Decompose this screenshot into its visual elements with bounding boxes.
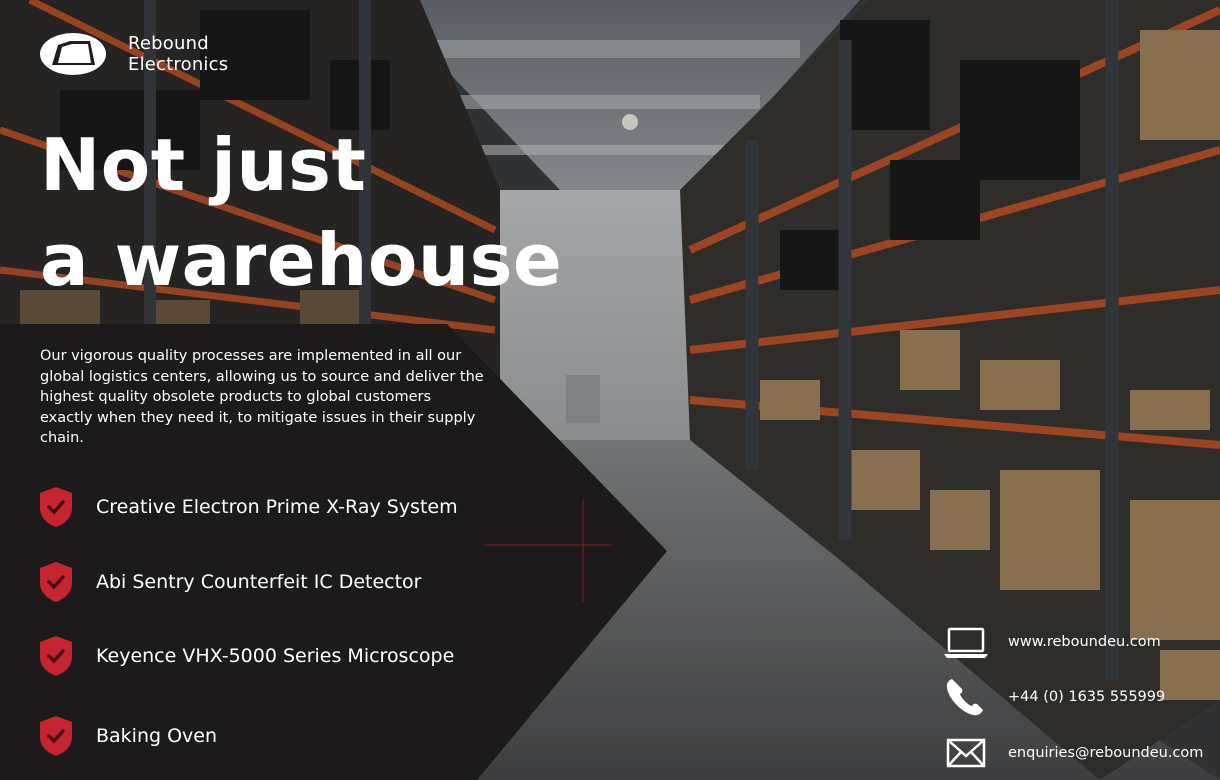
rebound-logo-mark-icon [40,33,106,75]
brand-name-line1: Rebound [128,33,209,54]
phone-contact[interactable]: +44 (0) 1635 555999 [942,675,1165,719]
equipment-item: Keyence VHX-5000 Series Microscope [38,635,454,677]
intro-paragraph: Our vigorous quality processes are imple… [40,348,484,446]
equipment-item: Creative Electron Prime X-Ray System [38,486,458,528]
email-contact[interactable]: enquiries@reboundeu.com [942,731,1203,775]
headline-line1: Not just [40,123,367,207]
envelope-icon [946,738,986,768]
equipment-item: Baking Oven [38,715,217,757]
equipment-label: Keyence VHX-5000 Series Microscope [96,645,455,667]
poster: Rebound Electronics Not just a warehouse… [0,0,1220,780]
phone-icon [946,679,983,716]
equipment-label: Creative Electron Prime X-Ray System [96,496,458,518]
equipment-label: Baking Oven [96,725,218,747]
brand-header: Rebound Electronics [40,33,228,75]
shield-check-icon [40,562,72,602]
website-link[interactable]: www.reboundeu.com [1008,634,1161,650]
website-contact[interactable]: www.reboundeu.com [942,620,1161,664]
shield-check-icon [40,636,72,676]
shield-check-icon [40,487,72,527]
email-address[interactable]: enquiries@reboundeu.com [1008,745,1203,761]
headline-line2: a warehouse [40,218,563,302]
equipment-label: Abi Sentry Counterfeit IC Detector [96,571,422,593]
brand-name-line2: Electronics [128,54,229,75]
equipment-item: Abi Sentry Counterfeit IC Detector [38,561,422,603]
shield-check-icon [40,716,72,756]
phone-number[interactable]: +44 (0) 1635 555999 [1008,689,1165,705]
brand-name: Rebound Electronics [128,33,228,75]
page-headline: Not just a warehouse [40,118,562,308]
laptop-icon [944,627,988,658]
